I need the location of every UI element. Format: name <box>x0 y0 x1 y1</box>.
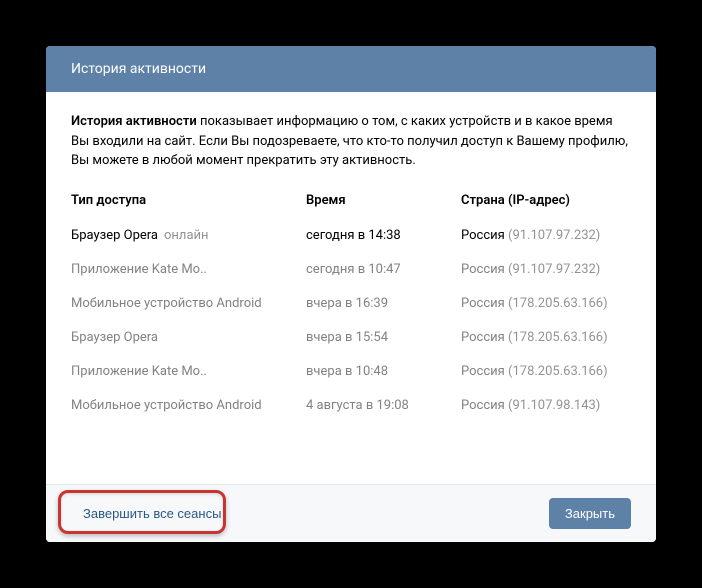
close-button[interactable]: Закрыть <box>549 498 631 529</box>
device-label: Приложение Kate Mo.. <box>71 262 207 277</box>
status-online: онлайн <box>164 228 209 243</box>
ip-label: (91.107.98.143) <box>508 398 600 413</box>
session-time: вчера в 16:39 <box>306 296 461 311</box>
session-time: сегодня в 10:47 <box>306 262 461 277</box>
country-label: Россия <box>461 398 505 413</box>
modal-header: История активности <box>46 46 656 92</box>
ip-label: (91.107.97.232) <box>508 262 600 277</box>
session-country: Россия (91.107.97.232) <box>461 228 600 243</box>
session-device: Браузер Opera онлайн <box>71 228 306 243</box>
session-time: 4 августа в 19:08 <box>306 398 461 413</box>
sessions-table: Тип доступа Время Страна (IP-адрес) Брау… <box>71 193 631 422</box>
description-text: История активности показывает информацию… <box>71 112 631 171</box>
table-header: Тип доступа Время Страна (IP-адрес) <box>71 193 631 218</box>
session-country: Россия (91.107.98.143) <box>461 398 600 413</box>
table-row: Браузер Opera онлайн сегодня в 14:38Россия… <box>71 218 631 252</box>
end-all-sessions-button[interactable]: Завершить все сеансы <box>71 498 233 529</box>
ip-label: (178.205.63.166) <box>508 364 608 379</box>
description-bold: История активности <box>71 114 197 129</box>
session-device: Приложение Kate Mo.. <box>71 262 306 277</box>
session-country: Россия (178.205.63.166) <box>461 296 608 311</box>
session-country: Россия (178.205.63.166) <box>461 364 608 379</box>
session-country: Россия (178.205.63.166) <box>461 330 608 345</box>
session-time: сегодня в 14:38 <box>306 228 461 243</box>
col-header-device: Тип доступа <box>71 193 306 208</box>
table-row: Приложение Kate Mo.. вчера в 10:48Россия … <box>71 354 631 388</box>
country-label: Россия <box>461 330 505 345</box>
session-device: Браузер Opera <box>71 330 306 345</box>
modal-footer: Завершить все сеансы Закрыть <box>46 484 656 542</box>
device-label: Приложение Kate Mo.. <box>71 364 207 379</box>
session-device: Мобильное устройство Android <box>71 296 306 311</box>
country-label: Россия <box>461 296 505 311</box>
table-row: Приложение Kate Mo.. сегодня в 10:47Росси… <box>71 252 631 286</box>
country-label: Россия <box>461 364 505 379</box>
device-label: Мобильное устройство Android <box>71 398 262 413</box>
ip-label: (178.205.63.166) <box>508 330 608 345</box>
col-header-country: Страна (IP-адрес) <box>461 193 570 208</box>
country-label: Россия <box>461 262 505 277</box>
table-row: Мобильное устройство Android 4 августа в … <box>71 388 631 422</box>
ip-label: (91.107.97.232) <box>508 228 600 243</box>
ip-label: (178.205.63.166) <box>508 296 608 311</box>
modal-body: История активности показывает информацию… <box>46 92 656 484</box>
device-label: Браузер Opera <box>71 330 158 345</box>
session-device: Приложение Kate Mo.. <box>71 364 306 379</box>
device-label: Браузер Opera <box>71 228 158 243</box>
modal-title: История активности <box>71 61 206 77</box>
session-country: Россия (91.107.97.232) <box>461 262 600 277</box>
activity-history-modal: История активности История активности по… <box>46 46 656 542</box>
session-time: вчера в 10:48 <box>306 364 461 379</box>
session-time: вчера в 15:54 <box>306 330 461 345</box>
device-label: Мобильное устройство Android <box>71 296 262 311</box>
table-row: Мобильное устройство Android вчера в 16:3… <box>71 286 631 320</box>
table-row: Браузер Opera вчера в 15:54Россия (178.20… <box>71 320 631 354</box>
session-device: Мобильное устройство Android <box>71 398 306 413</box>
col-header-time: Время <box>306 193 461 208</box>
country-label: Россия <box>461 228 505 243</box>
